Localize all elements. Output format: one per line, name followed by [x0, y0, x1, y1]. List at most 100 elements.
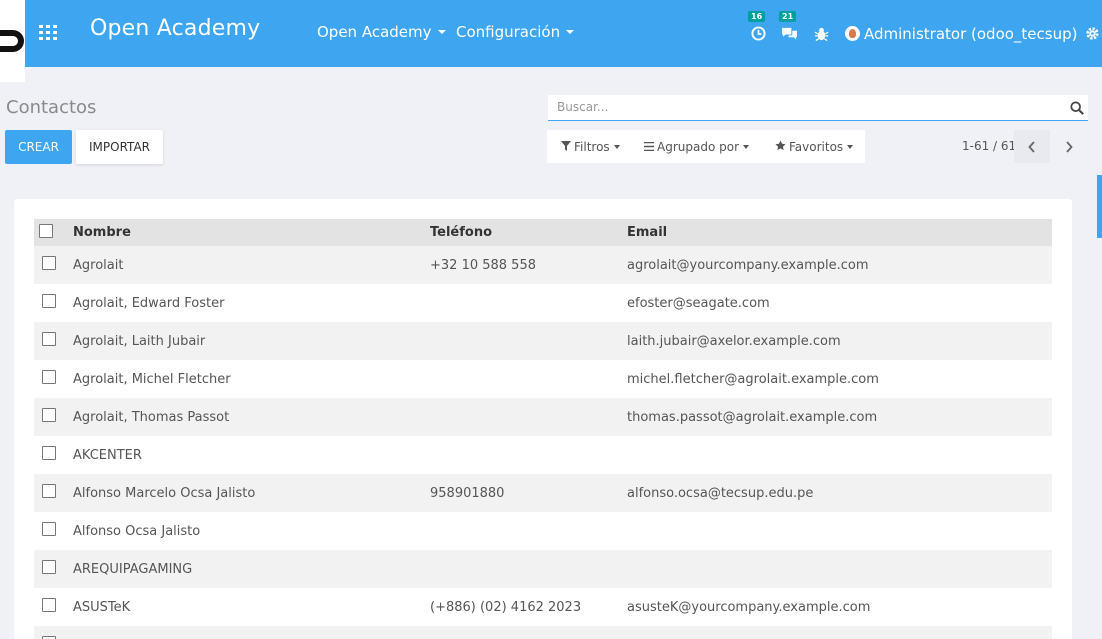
import-button[interactable]: IMPORTAR [76, 130, 163, 164]
select-all-checkbox[interactable] [39, 223, 53, 238]
table-row[interactable]: Agrolait +32 10 588 558 agrolait@yourcompa… [34, 246, 1052, 284]
menu-configuracion[interactable]: Configuración [456, 23, 575, 41]
table-row[interactable]: Agrolait, Laith Jubair laith.jubair@axelo… [34, 322, 1052, 360]
row-checkbox[interactable] [42, 294, 56, 308]
apps-grid-icon[interactable] [39, 25, 57, 40]
cell-email [627, 626, 1052, 639]
table-row[interactable]: Alfonso Marcelo Ocsa Jalisto 958901880 alf… [34, 474, 1052, 512]
row-select-cell [34, 284, 73, 322]
bars-icon [644, 141, 654, 154]
scrollbar-thumb[interactable] [1097, 175, 1102, 238]
row-checkbox[interactable] [42, 256, 56, 270]
row-checkbox[interactable] [42, 332, 56, 346]
filters-label: Filtros [574, 140, 610, 154]
table-row[interactable]: Alfonso Ocsa Jalisto [34, 512, 1052, 550]
column-header-phone[interactable]: Teléfono [430, 219, 627, 246]
caret-down-icon [566, 30, 575, 34]
chevron-right-icon [1066, 140, 1073, 153]
cell-phone: +32 10 588 558 [430, 257, 536, 273]
cell-phone [430, 322, 627, 360]
row-checkbox[interactable] [42, 598, 56, 612]
caret-down-icon [437, 30, 446, 34]
table-row[interactable]: Agrolait, Thomas Passot thomas.passot@agr… [34, 398, 1052, 436]
messages-button[interactable]: 21 [779, 0, 799, 67]
row-select-cell [34, 360, 73, 398]
menu-label: Open Academy [317, 23, 432, 41]
user-avatar [845, 26, 860, 41]
cell-name: AREQUIPAGAMING [73, 561, 193, 577]
cell-phone [430, 436, 627, 474]
filter-icon [561, 140, 571, 154]
top-navbar: Open Academy Open Academy Configuración … [25, 0, 1102, 67]
table-row[interactable]: ASUSTeK (+886) (02) 4162 2023 asusteK@your… [34, 588, 1052, 626]
cell-email: agrolait@yourcompany.example.com [627, 257, 869, 273]
caret-down-icon [613, 145, 620, 149]
row-checkbox[interactable] [42, 446, 56, 460]
menu-open-academy[interactable]: Open Academy [317, 23, 446, 41]
table-header: Nombre Teléfono Email [34, 219, 1052, 246]
cell-email: efoster@seagate.com [627, 295, 770, 311]
row-checkbox[interactable] [42, 522, 56, 536]
gear-icon [1082, 24, 1102, 44]
search-options: Filtros Agrupado por Favoritos [547, 130, 865, 163]
row-select-cell [34, 588, 73, 626]
debug-button[interactable] [811, 0, 831, 67]
search-input[interactable] [548, 95, 1058, 119]
cell-name: AKCENTER [73, 447, 142, 463]
table-row[interactable]: Agrolait, Michel Fletcher michel.fletcher… [34, 360, 1052, 398]
app-brand[interactable]: Open Academy [90, 16, 260, 41]
activity-badge: 16 [748, 10, 766, 22]
cell-name: Agrolait, Edward Foster [73, 295, 225, 311]
settings-button[interactable] [1082, 0, 1102, 67]
column-header-email[interactable]: Email [627, 219, 1052, 246]
pager-next-button[interactable] [1051, 130, 1087, 163]
cell-email: alfonso.ocsa@tecsup.edu.pe [627, 485, 814, 501]
cell-name: Alfonso Marcelo Ocsa Jalisto [73, 485, 256, 501]
create-button[interactable]: CREAR [5, 130, 72, 164]
user-menu[interactable]: Administrator (odoo_tecsup) [845, 0, 1077, 67]
column-header-name[interactable]: Nombre [73, 219, 430, 246]
cell-name: Agrolait, Michel Fletcher [73, 371, 231, 387]
contacts-table: Nombre Teléfono Email Agrolait +32 10 588… [34, 219, 1052, 639]
cell-phone [430, 626, 627, 639]
cell-email: michel.fletcher@agrolait.example.com [627, 371, 879, 387]
filters-dropdown[interactable]: Filtros [561, 140, 620, 154]
row-checkbox[interactable] [42, 408, 56, 422]
cell-email: laith.jubair@axelor.example.com [627, 333, 841, 349]
cell-name: ASUSTeK [73, 599, 131, 615]
row-select-cell [34, 512, 73, 550]
search-icon[interactable] [1070, 101, 1084, 115]
breadcrumb: Contactos [6, 97, 97, 118]
cell-name [73, 626, 430, 639]
table-row[interactable]: AREQUIPAGAMING [34, 550, 1052, 588]
table-row[interactable] [34, 626, 1052, 639]
cell-name: Alfonso Ocsa Jalisto [73, 523, 201, 539]
table-row[interactable]: Agrolait, Edward Foster efoster@seagate.c… [34, 284, 1052, 322]
bug-icon [811, 24, 831, 44]
group-by-dropdown[interactable]: Agrupado por [644, 140, 750, 154]
row-checkbox[interactable] [42, 370, 56, 384]
activity-button[interactable]: 16 [748, 0, 768, 67]
pager-value[interactable]: 1-61 / 61 [962, 139, 1016, 153]
cell-phone [430, 360, 627, 398]
user-name: Administrator (odoo_tecsup) [864, 24, 1078, 43]
comments-icon: 21 [779, 10, 799, 44]
messages-badge: 21 [779, 10, 797, 22]
row-select-cell [34, 322, 73, 360]
cell-phone: (+886) (02) 4162 2023 [430, 599, 582, 615]
table-row[interactable]: AKCENTER [34, 436, 1052, 474]
favorites-label: Favoritos [789, 140, 844, 154]
cell-name: Agrolait, Laith Jubair [73, 333, 206, 349]
app-logo [0, 0, 25, 82]
row-checkbox[interactable] [42, 484, 56, 498]
pager-previous-button[interactable] [1014, 130, 1050, 163]
cell-phone [430, 398, 627, 436]
row-select-cell [34, 474, 73, 512]
row-checkbox[interactable] [42, 560, 56, 574]
row-select-cell [34, 246, 73, 284]
cell-email [627, 512, 1052, 550]
select-all-cell [34, 219, 73, 246]
clock-icon: 16 [748, 10, 768, 44]
cell-name: Agrolait [73, 257, 124, 273]
favorites-dropdown[interactable]: Favoritos [775, 140, 854, 154]
